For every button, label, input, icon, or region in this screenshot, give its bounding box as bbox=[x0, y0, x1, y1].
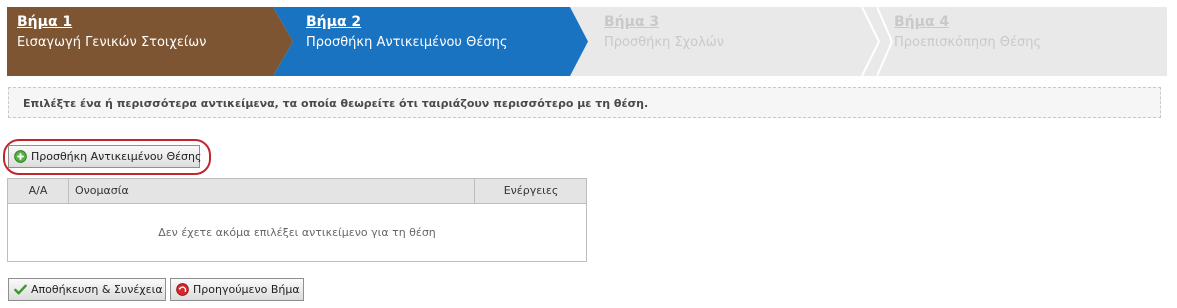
save-continue-label: Αποθήκευση & Συνέχεια bbox=[31, 283, 163, 296]
wizard-step-3: Βήμα 3 Προσθήκη Σχολών bbox=[587, 7, 882, 76]
step-4-title[interactable]: Βήμα 4 bbox=[894, 14, 949, 30]
step-1-title[interactable]: Βήμα 1 bbox=[17, 14, 72, 30]
column-header-name[interactable]: Ονομασία bbox=[69, 179, 475, 203]
add-item-button[interactable]: Προσθήκη Αντικειμένου Θέσης bbox=[8, 145, 202, 168]
back-arrow-icon bbox=[176, 283, 189, 296]
info-message-box: Επιλέξτε ένα ή περισσότερα αντικείμενα, … bbox=[8, 87, 1161, 118]
add-item-label: Προσθήκη Αντικειμένου Θέσης bbox=[31, 150, 202, 163]
wizard-step-4: Βήμα 4 Προεπισκόπηση Θέσης bbox=[877, 7, 1167, 76]
previous-step-button[interactable]: Προηγούμενο Βήμα bbox=[170, 278, 304, 301]
previous-step-label: Προηγούμενο Βήμα bbox=[193, 283, 300, 296]
plus-circle-icon bbox=[14, 150, 27, 163]
table-empty-message: Δεν έχετε ακόμα επιλέξει αντικείμενο για… bbox=[158, 226, 436, 239]
wizard-step-1: Βήμα 1 Εισαγωγή Γενικών Στοιχείων bbox=[7, 7, 302, 76]
step-4-subtitle: Προεπισκόπηση Θέσης bbox=[894, 35, 1042, 50]
table-header: Α/Α Ονομασία Ενέργειες bbox=[8, 179, 586, 204]
step-2-title[interactable]: Βήμα 2 bbox=[306, 14, 361, 30]
info-message: Επιλέξτε ένα ή περισσότερα αντικείμενα, … bbox=[23, 97, 649, 110]
column-header-actions: Ενέργειες bbox=[503, 184, 559, 197]
step-3-title[interactable]: Βήμα 3 bbox=[604, 14, 659, 30]
step-3-subtitle: Προσθήκη Σχολών bbox=[604, 35, 724, 50]
step-2-subtitle: Προσθήκη Αντικειμένου Θέσης bbox=[306, 35, 508, 50]
checkmark-icon bbox=[14, 284, 27, 295]
items-table: Α/Α Ονομασία Ενέργειες Δεν έχετε ακόμα ε… bbox=[7, 178, 587, 262]
wizard-step-2: Βήμα 2 Προσθήκη Αντικειμένου Θέσης bbox=[273, 7, 588, 76]
step-1-subtitle: Εισαγωγή Γενικών Στοιχείων bbox=[17, 35, 207, 50]
column-header-index[interactable]: Α/Α bbox=[8, 179, 69, 203]
wizard-steps: Βήμα 4 Προεπισκόπηση Θέσης Βήμα 3 Προσθή… bbox=[7, 7, 1167, 76]
save-continue-button[interactable]: Αποθήκευση & Συνέχεια bbox=[8, 278, 166, 301]
